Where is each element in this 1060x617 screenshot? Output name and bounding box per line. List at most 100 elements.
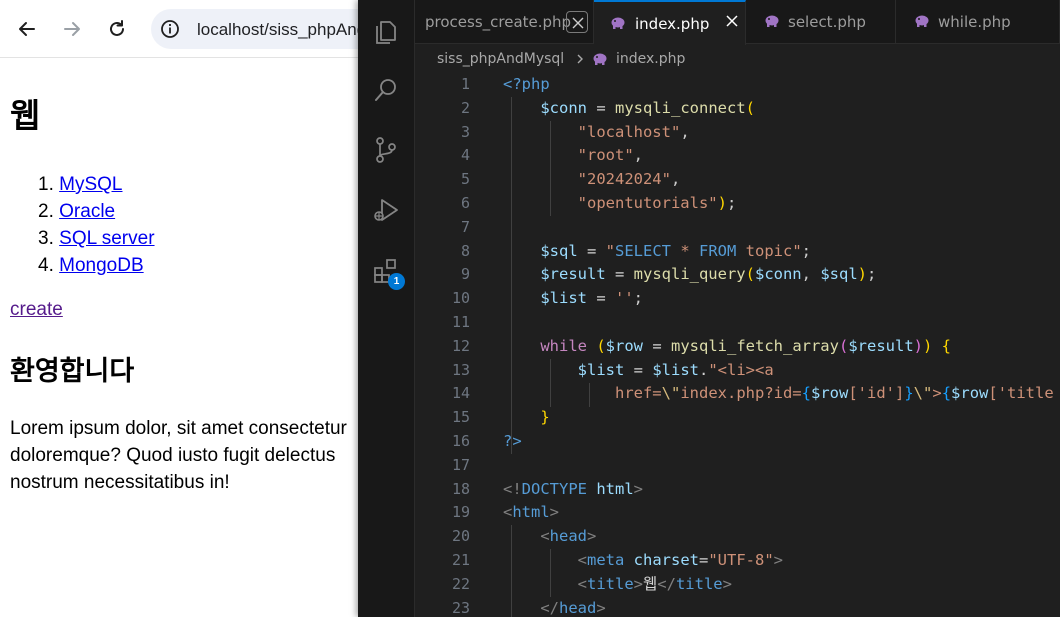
- code-line: }: [503, 406, 1060, 430]
- reload-button[interactable]: [101, 13, 133, 45]
- forward-button[interactable]: [56, 13, 88, 45]
- run-debug-icon[interactable]: [371, 195, 401, 225]
- breadcrumb-folder[interactable]: siss_phpAndMysql: [437, 51, 564, 67]
- code-token: =: [605, 265, 634, 284]
- topic-link-mongodb[interactable]: MongoDB: [59, 255, 144, 276]
- site-info-icon[interactable]: [160, 19, 180, 39]
- code-line: $conn = mysqli_connect(: [503, 97, 1060, 121]
- line-number: 16: [451, 431, 470, 450]
- code-token: $result: [848, 336, 914, 355]
- line-number: 14: [451, 384, 470, 403]
- list-number: 4.: [38, 255, 54, 276]
- line-number: 15: [451, 408, 470, 427]
- code-token: =: [698, 550, 709, 569]
- code-line: "opentutorials");: [503, 192, 1060, 216]
- activity-bar: 1: [358, 0, 415, 617]
- list-item: 4. MongoDB: [38, 252, 155, 279]
- code-token: "20242024": [577, 170, 671, 189]
- code-token: 웹: [643, 574, 658, 593]
- code-line: ?>: [503, 430, 1060, 454]
- line-number: 13: [451, 360, 470, 379]
- tab-while[interactable]: while.php: [896, 0, 1060, 44]
- code-token: </: [657, 574, 676, 593]
- code-line: <!DOCTYPE html>: [503, 478, 1060, 502]
- code-token: DOCTYPE: [521, 479, 587, 498]
- line-number: 12: [451, 336, 470, 355]
- code-line: $list = $list."<li><a: [503, 359, 1060, 383]
- code-token: $conn: [540, 98, 587, 117]
- code-token: "UTF-8": [708, 550, 774, 569]
- topic-link-oracle[interactable]: Oracle: [59, 201, 115, 222]
- code-token: <?php: [503, 75, 550, 93]
- tab-index[interactable]: index.php: [594, 0, 746, 45]
- editor-tab-bar: process_create.php index.php select.php …: [415, 0, 1060, 45]
- breadcrumb-file[interactable]: index.php: [616, 51, 685, 67]
- code-token: (: [587, 336, 606, 355]
- topic-link-sql-server[interactable]: SQL server: [59, 228, 154, 249]
- code-token: $sql: [540, 241, 578, 260]
- code-token: $list: [540, 289, 587, 308]
- search-icon[interactable]: [371, 75, 401, 105]
- list-number: 2.: [38, 201, 54, 222]
- line-number: 21: [451, 550, 470, 569]
- code-token: ): [857, 265, 867, 284]
- line-number: 4: [460, 146, 470, 165]
- code-token: (: [745, 98, 755, 117]
- chevron-right-icon: [577, 54, 583, 64]
- code-token: ,: [670, 170, 681, 189]
- code-token: $list: [577, 360, 625, 379]
- code-token: <: [577, 550, 587, 569]
- code-token: meta: [587, 550, 625, 569]
- code-token: (: [838, 336, 849, 355]
- code-token: =: [643, 336, 671, 355]
- line-number: 18: [451, 479, 470, 498]
- list-number: 3.: [38, 228, 54, 249]
- browser-toolbar: localhost/siss_phpAndMysql/index.php: [0, 0, 358, 58]
- address-bar[interactable]: localhost/siss_phpAndMysql/index.php: [151, 9, 358, 49]
- code-line: $sql = "SELECT * FROM topic";: [503, 240, 1060, 264]
- code-token: head: [559, 598, 597, 617]
- code-editor[interactable]: 1 2 3 4 5 6 7 8 9 10 11 12 13 14 15 16 1…: [415, 73, 1060, 617]
- code-token: mysqli_fetch_array: [671, 336, 839, 355]
- tab-label: select.php: [788, 13, 866, 31]
- code-token: >: [932, 384, 942, 403]
- tab-select[interactable]: select.php: [746, 0, 896, 44]
- reload-icon: [110, 20, 124, 36]
- code-text[interactable]: <?php $conn = mysqli_connect( "localhost…: [503, 73, 1060, 617]
- topic-link-mysql[interactable]: MySQL: [59, 174, 122, 195]
- code-token: *: [671, 241, 699, 260]
- code-token: {: [801, 384, 811, 403]
- code-token: =: [587, 289, 615, 308]
- code-token: ,: [633, 146, 643, 165]
- code-line: href=\"index.php?id={$row['id']}\">{$row…: [503, 382, 1060, 406]
- code-token: (: [745, 265, 755, 284]
- url-text[interactable]: localhost/siss_phpAndMysql/index.php: [197, 20, 358, 40]
- code-token: <: [540, 527, 550, 546]
- back-button[interactable]: [11, 13, 43, 45]
- line-number: 17: [451, 455, 470, 474]
- close-icon[interactable]: [725, 14, 739, 28]
- php-elephant-icon: [765, 15, 779, 27]
- code-token: while: [540, 336, 587, 355]
- code-token: <!: [503, 479, 522, 498]
- php-elephant-icon: [593, 53, 607, 65]
- code-token: html: [587, 479, 634, 498]
- code-token: "opentutorials": [577, 193, 718, 212]
- code-token: '': [615, 289, 634, 308]
- tab-close-button[interactable]: [566, 11, 588, 33]
- source-control-icon[interactable]: [371, 135, 401, 165]
- tab-process-create[interactable]: process_create.php: [415, 0, 594, 44]
- list-item: 1. MySQL: [38, 171, 155, 198]
- code-token: =: [624, 360, 653, 379]
- list-number: 1.: [38, 174, 54, 195]
- code-token: ": [605, 241, 615, 260]
- create-link[interactable]: create: [10, 299, 63, 321]
- code-token: <: [577, 574, 587, 593]
- list-item: 3. SQL server: [38, 225, 155, 252]
- line-number: 9: [460, 265, 470, 284]
- php-elephant-icon: [611, 17, 625, 29]
- explorer-icon[interactable]: [371, 17, 401, 47]
- code-token: "<li><a: [708, 360, 774, 379]
- code-token: charset: [624, 550, 699, 569]
